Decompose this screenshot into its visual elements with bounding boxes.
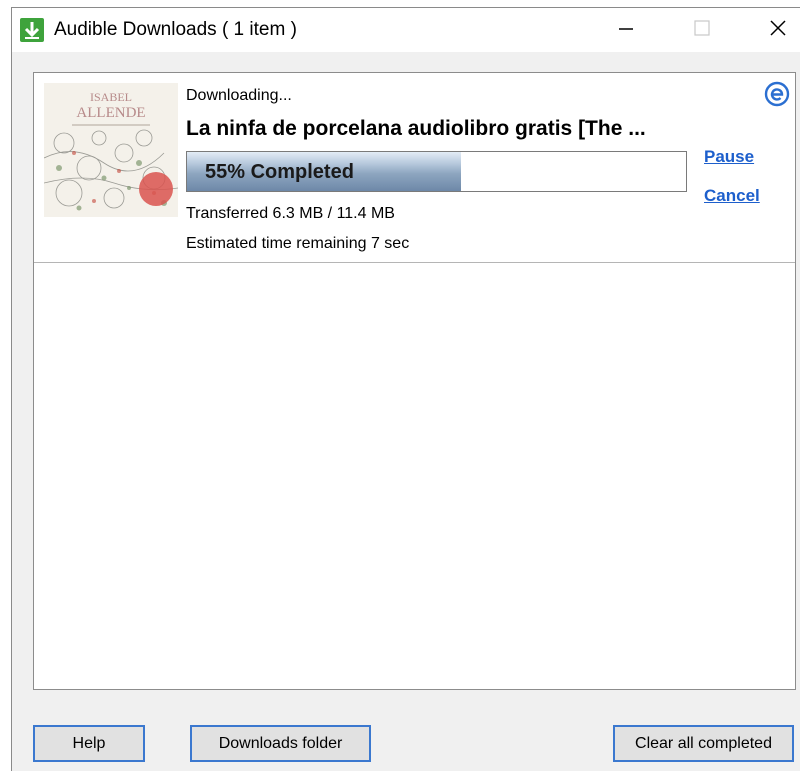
downloads-folder-button[interactable]: Downloads folder bbox=[190, 725, 371, 762]
window-title: Audible Downloads ( 1 item ) bbox=[54, 19, 297, 40]
book-cover: ISABEL ALLENDE bbox=[44, 83, 178, 217]
close-icon bbox=[768, 18, 788, 43]
progress-label: 55% Completed bbox=[205, 161, 354, 183]
minimize-icon bbox=[616, 18, 636, 43]
book-title: La ninfa de porcelana audiolibro gratis … bbox=[186, 117, 646, 140]
e-icon[interactable] bbox=[764, 81, 790, 107]
clear-all-completed-button[interactable]: Clear all completed bbox=[613, 725, 794, 762]
download-item: ISABEL ALLENDE Downloading... La ninfa d… bbox=[34, 73, 795, 263]
cover-author-line1: ISABEL bbox=[90, 90, 132, 104]
help-button[interactable]: Help bbox=[33, 725, 145, 762]
cancel-link[interactable]: Cancel bbox=[704, 186, 760, 206]
download-progress-bar: 55% Completed bbox=[186, 151, 687, 192]
maximize-icon bbox=[692, 18, 712, 43]
maximize-button[interactable] bbox=[667, 8, 737, 52]
downloads-list: ISABEL ALLENDE Downloading... La ninfa d… bbox=[33, 72, 796, 690]
title-bar[interactable]: Audible Downloads ( 1 item ) bbox=[12, 8, 800, 52]
download-arrow-icon bbox=[20, 18, 44, 42]
estimated-time: Estimated time remaining 7 sec bbox=[186, 235, 410, 252]
transferred-size: Transferred 6.3 MB / 11.4 MB bbox=[186, 205, 395, 222]
pause-link[interactable]: Pause bbox=[704, 147, 754, 167]
close-button[interactable] bbox=[743, 8, 800, 52]
download-status: Downloading... bbox=[186, 87, 292, 104]
cover-author-line2: ALLENDE bbox=[76, 105, 145, 121]
minimize-button[interactable] bbox=[591, 8, 661, 52]
downloads-window: Audible Downloads ( 1 item ) ISABEL ALLE… bbox=[11, 7, 800, 771]
